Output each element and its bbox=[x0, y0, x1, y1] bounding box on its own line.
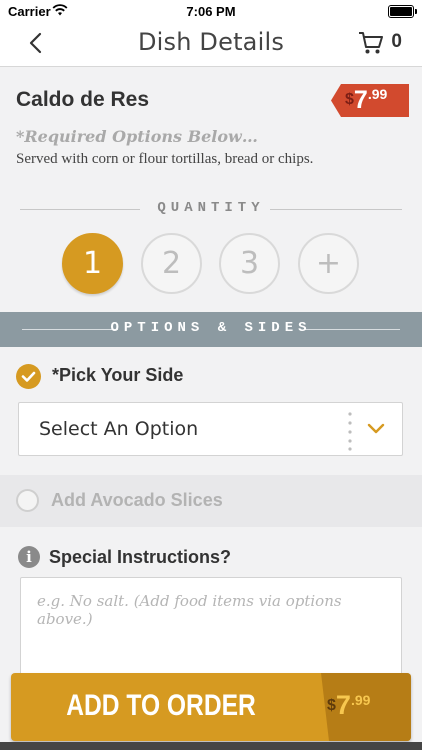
pick-side-check-icon[interactable] bbox=[16, 364, 41, 389]
side-select-dropdown[interactable]: Select An Option bbox=[18, 402, 403, 456]
price-cents: .99 bbox=[367, 86, 388, 102]
quantity-section-header: QUANTITY bbox=[20, 200, 402, 220]
navigation-bar: Dish Details 0 bbox=[0, 22, 422, 67]
pick-side-label: *Pick Your Side bbox=[52, 365, 184, 385]
price-tag: $7.99 bbox=[331, 84, 409, 117]
options-sides-header: OPTIONS & SIDES bbox=[0, 312, 422, 347]
cart-count[interactable]: 0 bbox=[391, 31, 402, 53]
quantity-more-button[interactable]: + bbox=[298, 233, 359, 294]
cart-icon[interactable] bbox=[358, 31, 384, 55]
required-note: *Required Options Below… bbox=[16, 127, 258, 146]
dish-description: Served with corn or flour tortillas, bre… bbox=[16, 151, 314, 167]
options-sides-label: OPTIONS & SIDES bbox=[110, 320, 312, 336]
add-to-order-button[interactable]: ADD TO ORDER $7.99 bbox=[11, 673, 411, 741]
avocado-option-row[interactable]: Add Avocado Slices bbox=[0, 475, 422, 527]
dish-name: Caldo de Res bbox=[16, 88, 150, 111]
quantity-option-1[interactable]: 1 bbox=[62, 233, 123, 294]
add-to-order-label: ADD TO ORDER bbox=[66, 689, 256, 722]
chevron-down-icon bbox=[367, 423, 385, 434]
quantity-option-3[interactable]: 3 bbox=[219, 233, 280, 294]
button-price-amount: 7 bbox=[335, 690, 351, 720]
quantity-option-2[interactable]: 2 bbox=[141, 233, 202, 294]
info-icon: i bbox=[18, 546, 40, 568]
price-currency: $ bbox=[345, 91, 354, 108]
side-select-value: Select An Option bbox=[39, 418, 199, 440]
price-amount: 7 bbox=[353, 86, 368, 114]
button-price-cents: .99 bbox=[350, 692, 371, 708]
separator-dots bbox=[348, 412, 352, 451]
avocado-radio[interactable] bbox=[16, 489, 39, 512]
special-instructions-label: Special Instructions? bbox=[49, 547, 232, 567]
button-price-currency: $ bbox=[327, 697, 336, 714]
clock: 7:06 PM bbox=[186, 4, 236, 19]
status-bar: Carrier 7:06 PM bbox=[0, 0, 422, 22]
bottom-bar bbox=[0, 742, 422, 750]
battery-icon bbox=[388, 5, 417, 18]
avocado-label: Add Avocado Slices bbox=[51, 490, 223, 510]
quantity-label: QUANTITY bbox=[157, 200, 265, 216]
